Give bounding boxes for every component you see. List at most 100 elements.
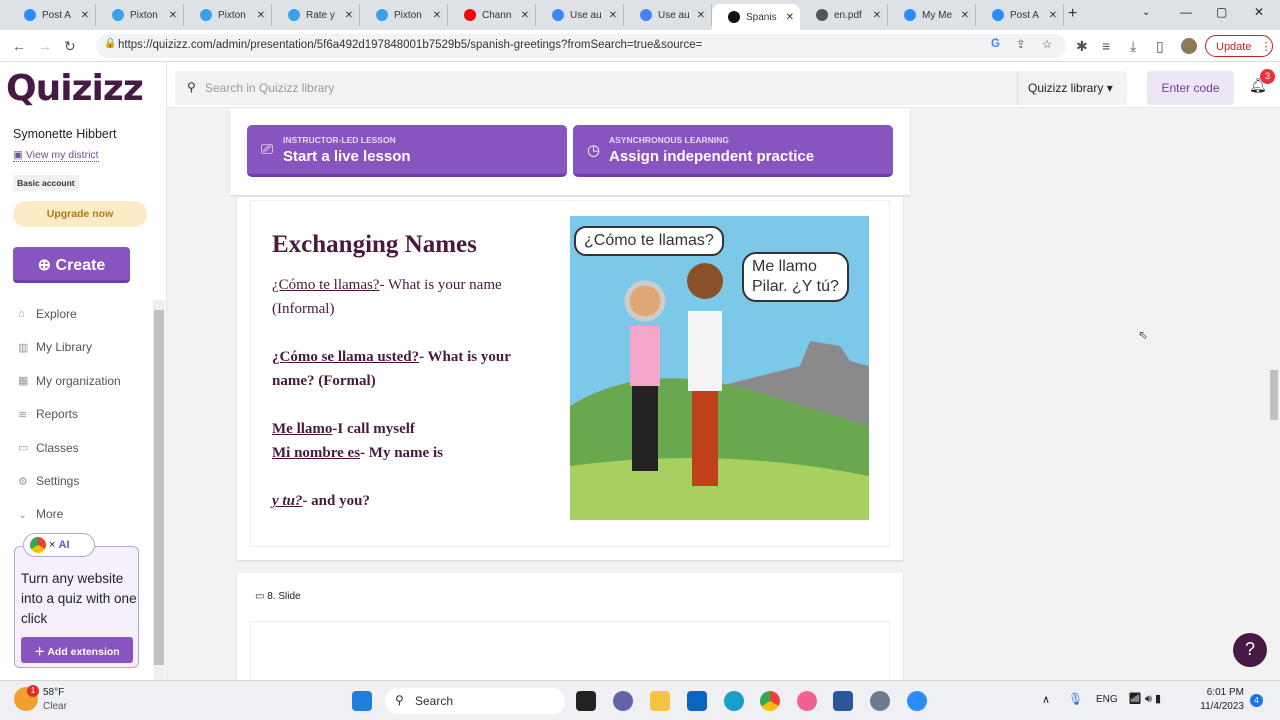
upgrade-button[interactable]: Upgrade now [13, 201, 147, 227]
ai-icon: AI [58, 538, 70, 551]
browser-tab[interactable]: en.pdf ✕ [800, 4, 888, 26]
side-panel-icon[interactable]: ▯ [1156, 38, 1164, 55]
tab-close-icon[interactable]: ✕ [1049, 10, 1057, 21]
minimize-button[interactable]: — [1180, 5, 1192, 19]
tab-search-icon[interactable]: ⌄ [1142, 7, 1150, 18]
tab-close-icon[interactable]: ✕ [257, 10, 265, 21]
slide-title: Exchanging Names [272, 231, 477, 258]
async-kicker: ASYNCHRONOUS LEARNING [609, 135, 729, 145]
forward-icon[interactable]: → [38, 38, 52, 54]
tab-close-icon[interactable]: ✕ [961, 10, 969, 21]
reload-icon[interactable]: ↻ [64, 38, 76, 55]
itunes-icon[interactable] [797, 691, 817, 711]
weather-desc: Clear [43, 701, 67, 712]
enter-code-button[interactable]: Enter code [1147, 71, 1234, 105]
sidebar-item-label: More [36, 507, 64, 522]
browser-tab-bar: Post A ✕ Pixton ✕ Pixton ✕ Rate y ✕ Pixton ✕ Chann… [0, 0, 1280, 30]
download-icon[interactable]: ⤓ [1130, 38, 1136, 55]
page-scrollbar[interactable] [1268, 108, 1280, 680]
close-window-button[interactable]: ✕ [1254, 5, 1264, 19]
chrome-icon [30, 537, 46, 553]
windows-start-icon[interactable] [352, 691, 372, 711]
tab-close-icon[interactable]: ✕ [81, 10, 89, 21]
share-icon[interactable]: ⇪ [1016, 37, 1026, 51]
search-icon: ⚲ [187, 80, 196, 94]
browser-tab[interactable]: Post A ✕ [8, 4, 96, 26]
browser-tab[interactable]: Use au ✕ [624, 4, 712, 26]
create-button[interactable]: ⊕ Create [13, 247, 130, 283]
zoom-icon[interactable] [907, 691, 927, 711]
tab-close-icon[interactable]: ✕ [786, 12, 794, 23]
tab-favicon-icon [200, 9, 212, 21]
view-district-label: View my district [25, 149, 99, 161]
tab-close-icon[interactable]: ✕ [609, 10, 617, 21]
browser-tab[interactable]: My Me ✕ [888, 4, 976, 26]
browser-tab[interactable]: Pixton ✕ [184, 4, 272, 26]
sidebar-scrollbar[interactable] [153, 300, 165, 680]
star-icon[interactable]: ☆ [1042, 37, 1052, 51]
browser-tab[interactable]: Post A ✕ [976, 4, 1064, 26]
network-volume-battery-icons[interactable]: 📶︎ 🔊︎ ▮ [1128, 692, 1161, 706]
clock-date[interactable]: 11/4/2023 [1196, 701, 1244, 712]
browser-tab[interactable]: Spanis ✕ [712, 4, 800, 30]
browser-tab[interactable]: Rate y ✕ [272, 4, 360, 26]
maximize-button[interactable]: ▢ [1216, 5, 1227, 19]
task-view-icon[interactable] [576, 691, 596, 711]
sidebar-item-my-library[interactable]: ▥ My Library [18, 340, 92, 354]
tab-close-icon[interactable]: ✕ [697, 10, 705, 21]
assign-practice-button[interactable]: ◷ ASYNCHRONOUS LEARNING Assign independent… [573, 125, 893, 177]
browser-tab[interactable]: Chann ✕ [448, 4, 536, 26]
chrome-icon[interactable] [760, 691, 780, 711]
sidebar-item-explore[interactable]: ⌂ Explore [18, 307, 77, 321]
extensions-icon[interactable]: ✱ [1076, 38, 1088, 55]
settings-icon[interactable] [870, 691, 890, 711]
tab-close-icon[interactable]: ✕ [169, 10, 177, 21]
sidebar-item-more[interactable]: ⌄ More [18, 507, 63, 521]
tab-close-icon[interactable]: ✕ [873, 10, 881, 21]
clock-time[interactable]: 6:01 PM [1204, 687, 1244, 698]
tab-close-icon[interactable]: ✕ [433, 10, 441, 21]
browser-tab[interactable]: Use au ✕ [536, 4, 624, 26]
taskbar-search[interactable]: ⚲ Search [385, 688, 565, 714]
sidebar-item-label: Explore [36, 307, 77, 321]
word-icon[interactable] [833, 691, 853, 711]
tab-favicon-icon [464, 9, 476, 21]
browser-tab[interactable]: Pixton ✕ [360, 4, 448, 26]
phrase-formal-meaning: - What is your [419, 349, 511, 365]
microphone-icon[interactable]: 🎙︎ [1068, 692, 1083, 706]
search-input[interactable]: ⚲ Search in Quizizz library Quizizz libra… [175, 71, 1127, 105]
library-select[interactable]: Quizizz library ▾ [1017, 71, 1127, 105]
sidebar-item-my-organization[interactable]: ▦ My organization [18, 374, 121, 388]
tab-close-icon[interactable]: ✕ [521, 10, 529, 21]
plus-circle-icon: ⊕ [37, 257, 56, 274]
tray-chevron-icon[interactable]: ∧ [1042, 693, 1050, 706]
file-explorer-icon[interactable] [650, 691, 670, 711]
quizizz-logo[interactable]: Quizizz [6, 68, 144, 109]
lock-icon: 🔒 [104, 38, 117, 49]
edge-icon[interactable] [724, 691, 744, 711]
start-live-lesson-button[interactable]: ⎚ INSTRUCTOR-LED LESSON Start a live lesso… [247, 125, 567, 177]
add-extension-button[interactable]: ＋ Add extension [21, 637, 133, 663]
back-icon[interactable]: ← [12, 38, 26, 54]
teams-icon[interactable] [613, 691, 633, 711]
tab-favicon-icon [288, 9, 300, 21]
new-tab-button[interactable]: + [1068, 5, 1077, 23]
url-field[interactable]: 🔒 https://quizizz.com/admin/presentation/… [96, 34, 1066, 58]
sidebar-item-settings[interactable]: ⚙ Settings [18, 474, 79, 488]
extension-promo: × AI Turn any website into a quiz with o… [14, 533, 139, 668]
language-indicator[interactable]: ENG [1096, 694, 1118, 705]
google-icon[interactable]: G [991, 38, 1000, 50]
profile-avatar[interactable] [1181, 38, 1197, 54]
y-tu-meaning: - and you? [302, 493, 370, 509]
notification-count[interactable]: 4 [1250, 694, 1263, 707]
reading-list-icon[interactable]: ≡ [1102, 38, 1110, 54]
sidebar-item-classes[interactable]: ▭ Classes [18, 441, 79, 455]
mail-icon[interactable] [687, 691, 707, 711]
update-button[interactable]: Update ⋮ [1205, 35, 1273, 57]
help-button[interactable]: ? [1233, 633, 1267, 667]
sidebar-item-label: Settings [36, 474, 80, 488]
view-district-link[interactable]: ▣ View my district [13, 149, 99, 162]
browser-tab[interactable]: Pixton ✕ [96, 4, 184, 26]
tab-close-icon[interactable]: ✕ [345, 10, 353, 21]
sidebar-item-reports[interactable]: ≋ Reports [18, 407, 78, 421]
